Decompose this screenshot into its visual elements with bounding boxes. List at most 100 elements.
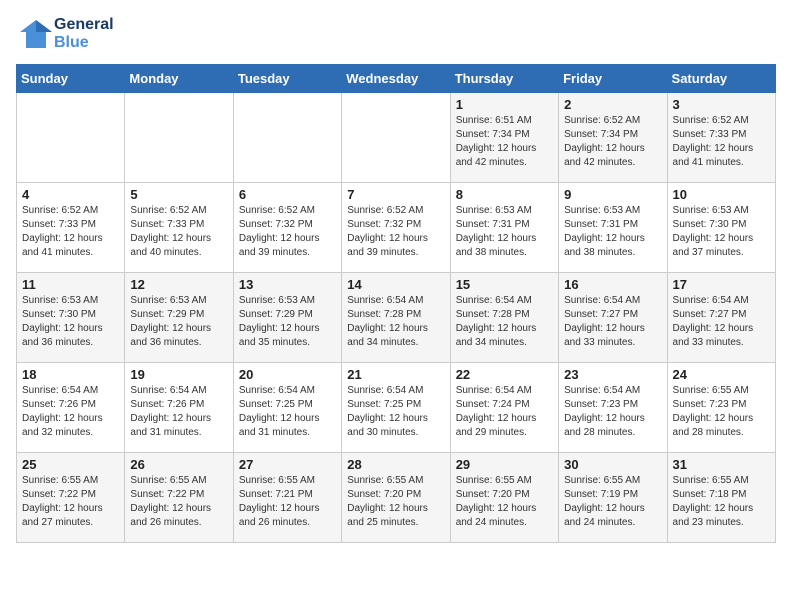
day-info: Sunrise: 6:55 AM Sunset: 7:22 PM Dayligh…	[22, 474, 119, 530]
header-day-thursday: Thursday	[450, 65, 558, 93]
day-cell	[342, 93, 450, 183]
day-cell: 27 Sunrise: 6:55 AM Sunset: 7:21 PM Dayli…	[233, 453, 341, 543]
logo: General Blue	[16, 16, 114, 52]
calendar-table: SundayMondayTuesdayWednesdayThursdayFrid…	[16, 64, 776, 543]
day-number: 16	[564, 277, 661, 292]
day-cell: 13Sunrise: 6:53 AM Sunset: 7:29 PM Dayli…	[233, 273, 341, 363]
day-number: 27	[239, 457, 336, 472]
day-info: Sunrise: 6:53 AM Sunset: 7:31 PM Dayligh…	[456, 204, 553, 260]
header-day-tuesday: Tuesday	[233, 65, 341, 93]
day-number: 17	[673, 277, 770, 292]
day-info: Sunrise: 6:52 AM Sunset: 7:33 PM Dayligh…	[673, 114, 770, 170]
day-info: Sunrise: 6:53 AM Sunset: 7:29 PM Dayligh…	[130, 294, 227, 350]
day-number: 25	[22, 457, 119, 472]
day-number: 2	[564, 97, 661, 112]
day-info: Sunrise: 6:54 AM Sunset: 7:27 PM Dayligh…	[564, 294, 661, 350]
day-cell	[17, 93, 125, 183]
day-info: Sunrise: 6:54 AM Sunset: 7:26 PM Dayligh…	[130, 384, 227, 440]
day-number: 6	[239, 187, 336, 202]
header-row: SundayMondayTuesdayWednesdayThursdayFrid…	[17, 65, 776, 93]
logo-bird-icon	[16, 16, 52, 52]
day-cell: 2 Sunrise: 6:52 AM Sunset: 7:34 PM Daylig…	[559, 93, 667, 183]
day-info: Sunrise: 6:55 AM Sunset: 7:18 PM Dayligh…	[673, 474, 770, 530]
week-row-5: 25 Sunrise: 6:55 AM Sunset: 7:22 PM Dayli…	[17, 453, 776, 543]
day-cell: 30 Sunrise: 6:55 AM Sunset: 7:19 PM Dayli…	[559, 453, 667, 543]
header-day-saturday: Saturday	[667, 65, 775, 93]
day-cell: 24Sunrise: 6:55 AM Sunset: 7:23 PM Dayli…	[667, 363, 775, 453]
day-cell: 7 Sunrise: 6:52 AM Sunset: 7:32 PM Daylig…	[342, 183, 450, 273]
week-row-2: 4Sunrise: 6:52 AM Sunset: 7:33 PM Daylig…	[17, 183, 776, 273]
day-info: Sunrise: 6:53 AM Sunset: 7:30 PM Dayligh…	[673, 204, 770, 260]
day-number: 28	[347, 457, 444, 472]
day-cell: 21 Sunrise: 6:54 AM Sunset: 7:25 PM Dayli…	[342, 363, 450, 453]
day-info: Sunrise: 6:52 AM Sunset: 7:32 PM Dayligh…	[347, 204, 444, 260]
day-cell: 1 Sunrise: 6:51 AM Sunset: 7:34 PM Daylig…	[450, 93, 558, 183]
logo-text-blue: Blue	[54, 34, 114, 52]
day-info: Sunrise: 6:55 AM Sunset: 7:21 PM Dayligh…	[239, 474, 336, 530]
day-cell	[233, 93, 341, 183]
day-cell: 29 Sunrise: 6:55 AM Sunset: 7:20 PM Dayli…	[450, 453, 558, 543]
day-info: Sunrise: 6:54 AM Sunset: 7:26 PM Dayligh…	[22, 384, 119, 440]
day-cell: 23Sunrise: 6:54 AM Sunset: 7:23 PM Dayli…	[559, 363, 667, 453]
header-day-sunday: Sunday	[17, 65, 125, 93]
day-info: Sunrise: 6:55 AM Sunset: 7:22 PM Dayligh…	[130, 474, 227, 530]
day-cell: 3 Sunrise: 6:52 AM Sunset: 7:33 PM Daylig…	[667, 93, 775, 183]
day-info: Sunrise: 6:55 AM Sunset: 7:23 PM Dayligh…	[673, 384, 770, 440]
day-info: Sunrise: 6:52 AM Sunset: 7:33 PM Dayligh…	[130, 204, 227, 260]
day-cell: 22 Sunrise: 6:54 AM Sunset: 7:24 PM Dayli…	[450, 363, 558, 453]
day-cell: 8Sunrise: 6:53 AM Sunset: 7:31 PM Daylig…	[450, 183, 558, 273]
day-info: Sunrise: 6:55 AM Sunset: 7:20 PM Dayligh…	[347, 474, 444, 530]
day-info: Sunrise: 6:51 AM Sunset: 7:34 PM Dayligh…	[456, 114, 553, 170]
day-number: 1	[456, 97, 553, 112]
day-cell: 11 Sunrise: 6:53 AM Sunset: 7:30 PM Dayli…	[17, 273, 125, 363]
day-cell: 4Sunrise: 6:52 AM Sunset: 7:33 PM Daylig…	[17, 183, 125, 273]
calendar-body: 1 Sunrise: 6:51 AM Sunset: 7:34 PM Daylig…	[17, 93, 776, 543]
day-cell: 10Sunrise: 6:53 AM Sunset: 7:30 PM Dayli…	[667, 183, 775, 273]
day-info: Sunrise: 6:52 AM Sunset: 7:34 PM Dayligh…	[564, 114, 661, 170]
day-info: Sunrise: 6:55 AM Sunset: 7:19 PM Dayligh…	[564, 474, 661, 530]
day-cell: 16 Sunrise: 6:54 AM Sunset: 7:27 PM Dayli…	[559, 273, 667, 363]
week-row-4: 18 Sunrise: 6:54 AM Sunset: 7:26 PM Dayli…	[17, 363, 776, 453]
day-info: Sunrise: 6:54 AM Sunset: 7:28 PM Dayligh…	[456, 294, 553, 350]
day-number: 5	[130, 187, 227, 202]
day-cell: 31Sunrise: 6:55 AM Sunset: 7:18 PM Dayli…	[667, 453, 775, 543]
day-cell: 26 Sunrise: 6:55 AM Sunset: 7:22 PM Dayli…	[125, 453, 233, 543]
logo-text-general: General	[54, 16, 114, 34]
day-number: 21	[347, 367, 444, 382]
day-number: 9	[564, 187, 661, 202]
day-number: 14	[347, 277, 444, 292]
day-number: 18	[22, 367, 119, 382]
day-info: Sunrise: 6:54 AM Sunset: 7:23 PM Dayligh…	[564, 384, 661, 440]
day-cell: 18 Sunrise: 6:54 AM Sunset: 7:26 PM Dayli…	[17, 363, 125, 453]
day-cell	[125, 93, 233, 183]
day-number: 30	[564, 457, 661, 472]
header-day-monday: Monday	[125, 65, 233, 93]
day-info: Sunrise: 6:54 AM Sunset: 7:24 PM Dayligh…	[456, 384, 553, 440]
day-info: Sunrise: 6:52 AM Sunset: 7:33 PM Dayligh…	[22, 204, 119, 260]
day-number: 19	[130, 367, 227, 382]
week-row-3: 11 Sunrise: 6:53 AM Sunset: 7:30 PM Dayli…	[17, 273, 776, 363]
day-number: 22	[456, 367, 553, 382]
day-number: 29	[456, 457, 553, 472]
page-header: General Blue	[16, 16, 776, 52]
day-info: Sunrise: 6:53 AM Sunset: 7:31 PM Dayligh…	[564, 204, 661, 260]
day-info: Sunrise: 6:54 AM Sunset: 7:28 PM Dayligh…	[347, 294, 444, 350]
day-cell: 15Sunrise: 6:54 AM Sunset: 7:28 PM Dayli…	[450, 273, 558, 363]
day-info: Sunrise: 6:55 AM Sunset: 7:20 PM Dayligh…	[456, 474, 553, 530]
day-cell: 28 Sunrise: 6:55 AM Sunset: 7:20 PM Dayli…	[342, 453, 450, 543]
day-number: 20	[239, 367, 336, 382]
day-cell: 12Sunrise: 6:53 AM Sunset: 7:29 PM Dayli…	[125, 273, 233, 363]
day-info: Sunrise: 6:54 AM Sunset: 7:25 PM Dayligh…	[347, 384, 444, 440]
day-number: 11	[22, 277, 119, 292]
day-info: Sunrise: 6:52 AM Sunset: 7:32 PM Dayligh…	[239, 204, 336, 260]
day-cell: 25 Sunrise: 6:55 AM Sunset: 7:22 PM Dayli…	[17, 453, 125, 543]
day-cell: 6 Sunrise: 6:52 AM Sunset: 7:32 PM Daylig…	[233, 183, 341, 273]
day-number: 26	[130, 457, 227, 472]
day-cell: 20Sunrise: 6:54 AM Sunset: 7:25 PM Dayli…	[233, 363, 341, 453]
day-number: 3	[673, 97, 770, 112]
day-cell: 19 Sunrise: 6:54 AM Sunset: 7:26 PM Dayli…	[125, 363, 233, 453]
day-number: 7	[347, 187, 444, 202]
day-cell: 5 Sunrise: 6:52 AM Sunset: 7:33 PM Daylig…	[125, 183, 233, 273]
day-info: Sunrise: 6:53 AM Sunset: 7:29 PM Dayligh…	[239, 294, 336, 350]
day-info: Sunrise: 6:53 AM Sunset: 7:30 PM Dayligh…	[22, 294, 119, 350]
